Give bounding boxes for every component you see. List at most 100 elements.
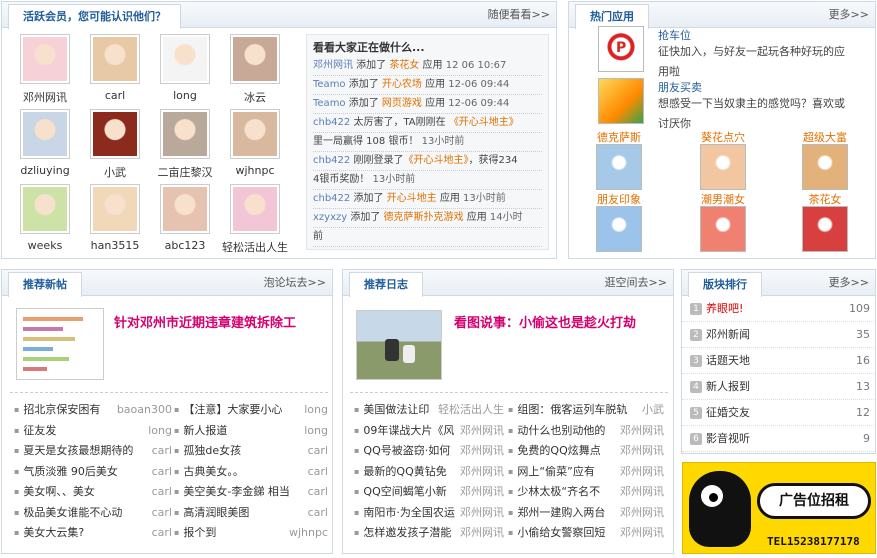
member-name[interactable]: 二亩庄黎汉 (150, 164, 220, 180)
item-title-link[interactable]: 最新的QQ黄钻免 (354, 462, 446, 483)
item-author-link[interactable]: carl (152, 482, 172, 503)
member-name[interactable]: carl (80, 89, 150, 102)
list-item[interactable]: 南阳市·为全国农运邓州网讯 (354, 503, 504, 524)
list-item[interactable]: 09年谍战大片《风邓州网讯 (354, 421, 504, 442)
feed-user-link[interactable]: chb422 (313, 193, 350, 204)
member-name[interactable]: han3515 (80, 239, 150, 252)
item-title-link[interactable]: 美国做法让印 (354, 400, 429, 421)
item-title-link[interactable]: QQ号被盗窃·如何 (354, 441, 450, 462)
item-author-link[interactable]: carl (152, 462, 172, 483)
blogs-more-link[interactable]: 逛空间去>> (605, 270, 667, 296)
item-author-link[interactable]: 小武 (642, 400, 664, 421)
member-name[interactable]: 邓州网讯 (10, 89, 80, 105)
item-author-link[interactable]: 邓州网讯 (460, 441, 504, 462)
feed-user-link[interactable]: chb422 (313, 155, 350, 166)
posts-more-link[interactable]: 泡论坛去>> (264, 270, 326, 296)
list-item[interactable]: 少林太极“齐名不邓州网讯 (508, 482, 664, 503)
item-title-link[interactable]: 动什么也别动他的 (508, 421, 605, 442)
app-icon[interactable] (700, 206, 746, 252)
list-item[interactable]: 怎样邀发孩子潜能邓州网讯 (354, 523, 504, 544)
item-title-link[interactable]: 美女大云集? (14, 523, 84, 544)
item-title-link[interactable]: 网上“偷菜”应有 (508, 462, 594, 483)
app-icon[interactable] (700, 144, 746, 190)
item-author-link[interactable]: baoan300 (117, 400, 172, 421)
list-item[interactable]: 新人报道 long (174, 421, 328, 442)
item-title-link[interactable]: 极品美女谁能不心动 (14, 503, 122, 524)
ranking-forum-link[interactable]: 邓州新闻 (706, 322, 750, 348)
member-avatar[interactable] (160, 109, 210, 159)
item-author-link[interactable]: wjhnpc (289, 523, 328, 544)
item-title-link[interactable]: 南阳市·为全国农运 (354, 503, 455, 524)
ranking-row[interactable]: 4 新人报到 13 (682, 374, 874, 400)
list-item[interactable]: 招北京保安困有 baoan300 (14, 400, 172, 421)
item-author-link[interactable]: long (304, 400, 328, 421)
feed-user-link[interactable]: 邓州网讯 (313, 60, 353, 71)
ranking-forum-link[interactable]: 话题天地 (706, 348, 750, 374)
feed-target-link[interactable]: 德克萨斯扑克游戏 (384, 212, 464, 223)
member-avatar[interactable] (90, 34, 140, 84)
parking-app-link[interactable]: 抢车位 (658, 27, 691, 43)
ranking-more-link[interactable]: 更多>> (829, 270, 869, 296)
member-avatar[interactable] (20, 109, 70, 159)
item-title-link[interactable]: 免费的QQ炫舞点 (508, 441, 600, 462)
app-icon[interactable] (802, 144, 848, 190)
item-author-link[interactable]: 邓州网讯 (620, 482, 664, 503)
ad-banner[interactable]: 广告位招租 TEL15238177178 (682, 462, 876, 554)
feed-target-link[interactable]: 网页游戏 (382, 98, 422, 109)
item-author-link[interactable]: carl (308, 462, 328, 483)
item-title-link[interactable]: 孤独de女孩 (174, 441, 241, 462)
ranking-row[interactable]: 5 征婚交友 12 (682, 400, 874, 426)
list-item[interactable]: 【注意】大家要小心 long (174, 400, 328, 421)
item-author-link[interactable]: 邓州网讯 (460, 421, 504, 442)
blogs-headline[interactable]: 看图说事：小偷这也是趁火打劫 (454, 312, 636, 331)
item-author-link[interactable]: carl (308, 482, 328, 503)
list-item[interactable]: 美女啊、、美女 carl (14, 482, 172, 503)
list-item[interactable]: 郑州一建购入两台邓州网讯 (508, 503, 664, 524)
item-author-link[interactable]: long (304, 421, 328, 442)
friend-trade-app-link[interactable]: 朋友买卖 (658, 79, 702, 95)
list-item[interactable]: 高清润眼美图 carl (174, 503, 328, 524)
apps-more-link[interactable]: 更多>> (829, 2, 869, 28)
feed-target-link[interactable]: 开心农场 (382, 79, 422, 90)
list-item[interactable]: 极品美女谁能不心动 carl (14, 503, 172, 524)
app-name-link[interactable]: 潮男潮女 (688, 191, 758, 207)
item-author-link[interactable]: carl (152, 523, 172, 544)
list-item[interactable]: 免费的QQ炫舞点邓州网讯 (508, 441, 664, 462)
item-title-link[interactable]: 气质淡雅 90后美女 (14, 462, 118, 483)
list-item[interactable]: 小偷给女警察回短邓州网讯 (508, 523, 664, 544)
item-author-link[interactable]: 邓州网讯 (460, 482, 504, 503)
item-author-link[interactable]: carl (152, 441, 172, 462)
list-item[interactable]: 孤独de女孩 carl (174, 441, 328, 462)
item-author-link[interactable]: carl (308, 441, 328, 462)
item-title-link[interactable]: 小偷给女警察回短 (508, 523, 605, 544)
item-title-link[interactable]: 【注意】大家要小心 (174, 400, 282, 421)
feed-user-link[interactable]: Teamo (313, 79, 346, 90)
members-more-link[interactable]: 随便看看>> (488, 2, 550, 28)
feed-user-link[interactable]: xzyxzy (313, 212, 347, 223)
item-author-link[interactable]: 轻松活出人生 (438, 400, 504, 421)
member-avatar[interactable] (160, 184, 210, 234)
item-title-link[interactable]: 报个到 (174, 523, 216, 544)
list-item[interactable]: 网上“偷菜”应有 邓州网讯 (508, 462, 664, 483)
member-avatar[interactable] (90, 109, 140, 159)
ranking-forum-link[interactable]: 影音视听 (706, 426, 750, 452)
feed-user-link[interactable]: chb422 (313, 117, 350, 128)
item-author-link[interactable]: 邓州网讯 (620, 462, 664, 483)
app-name-link[interactable]: 茶花女 (790, 191, 860, 207)
list-item[interactable]: 最新的QQ黄钻免邓州网讯 (354, 462, 504, 483)
item-author-link[interactable]: 邓州网讯 (460, 462, 504, 483)
app-name-link[interactable]: 葵花点穴 (688, 129, 758, 145)
app-icon[interactable] (596, 206, 642, 252)
member-avatar[interactable] (160, 34, 210, 84)
item-title-link[interactable]: 高清润眼美图 (174, 503, 249, 524)
ranking-forum-link[interactable]: 征婚交友 (706, 400, 750, 426)
member-name[interactable]: 轻松活出人生 (220, 239, 290, 255)
item-title-link[interactable]: 组图：俄客运列车脱轨 (508, 400, 627, 421)
list-item[interactable]: 美女大云集? carl (14, 523, 172, 544)
app-name-link[interactable]: 德克萨斯 (584, 129, 654, 145)
member-name[interactable]: wjhnpc (220, 164, 290, 177)
ranking-forum-link[interactable]: 新人报到 (706, 374, 750, 400)
member-avatar[interactable] (230, 109, 280, 159)
feed-user-link[interactable]: Teamo (313, 98, 346, 109)
list-item[interactable]: 组图：俄客运列车脱轨小武 (508, 400, 664, 421)
